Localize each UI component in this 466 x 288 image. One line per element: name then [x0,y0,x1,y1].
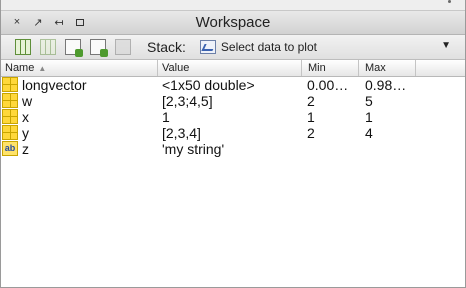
variable-name: x [22,109,29,125]
chevron-down-icon[interactable]: ▼ [441,40,451,51]
variable-min: 2 [307,93,315,109]
variable-min: 1 [307,109,315,125]
open-selection-icon[interactable] [40,39,56,55]
title-bar: × ↗ ↤ Workspace [1,11,465,35]
variable-max: 0.98… [365,77,407,93]
toolbar: Stack: Select data to plot ▼ [1,35,465,60]
matrix-icon [2,93,18,108]
window-title: Workspace [195,14,271,31]
edge-dot [448,0,451,3]
variable-value: 1 [162,109,170,125]
column-divider[interactable] [157,60,158,76]
variable-min: 2 [307,125,315,141]
variable-max: 5 [365,93,373,109]
variable-value: 'my string' [162,141,225,157]
table-row[interactable]: y [2,3,4] 2 4 [1,125,465,141]
column-divider[interactable] [415,60,416,76]
variable-value: [2,3,4] [162,125,201,141]
matrix-icon [2,77,18,92]
table-row[interactable]: w [2,3;4,5] 2 5 [1,93,465,109]
string-icon: ab [2,141,18,156]
table-row[interactable]: x 1 1 1 [1,109,465,125]
column-header-value[interactable]: Value [162,62,189,74]
new-variable-icon[interactable] [15,39,31,55]
table-row[interactable]: ab z 'my string' [1,141,465,157]
print-icon[interactable] [115,39,131,55]
column-header-min[interactable]: Min [308,62,326,74]
variable-value: <1x50 double> [162,77,255,93]
column-divider[interactable] [301,60,302,76]
variable-name: y [22,125,29,141]
matrix-icon [2,109,18,124]
plot-selector-label: Select data to plot [220,40,317,54]
plot-selector[interactable]: Select data to plot [199,40,317,54]
variable-max: 1 [365,109,373,125]
stack-label: Stack: [147,39,186,55]
column-divider[interactable] [358,60,359,76]
variable-name: z [22,141,29,157]
sort-ascending-icon: ▲ [38,64,47,73]
variable-max: 4 [365,125,373,141]
column-header-max[interactable]: Max [365,62,386,74]
matrix-icon [2,125,18,140]
save-workspace-icon[interactable] [90,39,108,57]
variable-list: longvector <1x50 double> 0.00… 0.98… w [… [1,77,465,157]
workspace-window: × ↗ ↤ Workspace Stack: Select data to pl… [0,0,466,288]
import-data-icon[interactable] [65,39,83,57]
variable-value: [2,3;4,5] [162,93,213,109]
plot-chart-icon [199,40,216,54]
variable-name: longvector [22,77,87,93]
column-header-name[interactable]: Name ▲ [5,62,46,74]
top-edge [1,0,465,11]
table-row[interactable]: longvector <1x50 double> 0.00… 0.98… [1,77,465,93]
table-header: Name ▲ Value Min Max [1,60,465,77]
variable-name: w [22,93,33,109]
variable-min: 0.00… [307,77,349,93]
